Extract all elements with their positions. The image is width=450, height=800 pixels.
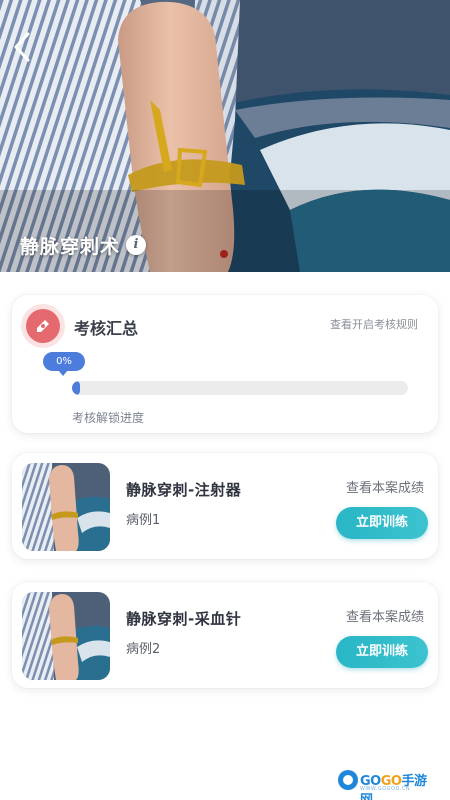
progress-label: 考核解锁进度 <box>72 411 145 425</box>
case-title: 静脉穿刺-注射器 <box>126 481 242 499</box>
summary-title: 考核汇总 <box>74 319 139 338</box>
chevron-left-icon <box>14 32 30 62</box>
view-case-score-link[interactable]: 查看本案成绩 <box>346 606 424 625</box>
case-title: 静脉穿刺-采血针 <box>126 610 242 628</box>
pencil-badge-icon <box>26 309 60 343</box>
case-thumbnail <box>22 463 110 551</box>
progress-percent-badge: 0% <box>43 352 85 376</box>
progress-fill <box>72 381 80 395</box>
view-rules-link[interactable]: 查看开启考核规则 <box>330 316 418 332</box>
page-title: 静脉穿刺术 <box>20 236 121 258</box>
start-training-button[interactable]: 立即训练 <box>336 636 428 668</box>
case-subtitle: 病例2 <box>126 642 161 657</box>
site-watermark: GOGO手游网 WWW.GOGOD.CN <box>338 765 438 800</box>
back-button[interactable] <box>6 28 42 66</box>
logo-icon <box>338 770 358 790</box>
progress-bar <box>72 381 408 395</box>
view-case-score-link[interactable]: 查看本案成绩 <box>346 477 424 496</box>
case-subtitle: 病例1 <box>126 513 161 528</box>
case-card[interactable]: 静脉穿刺-注射器 病例1 查看本案成绩 立即训练 <box>12 453 438 559</box>
start-training-button[interactable]: 立即训练 <box>336 507 428 539</box>
assessment-summary-card: 考核汇总 查看开启考核规则 0% 考核解锁进度 <box>12 295 438 433</box>
case-thumbnail <box>22 592 110 680</box>
hero-banner: 静脉穿刺术 i <box>0 0 450 272</box>
info-icon[interactable]: i <box>126 235 146 255</box>
watermark-brand: GOGO手游网 <box>360 774 427 800</box>
watermark-url: WWW.GOGOD.CN <box>360 786 411 792</box>
case-card[interactable]: 静脉穿刺-采血针 病例2 查看本案成绩 立即训练 <box>12 582 438 688</box>
